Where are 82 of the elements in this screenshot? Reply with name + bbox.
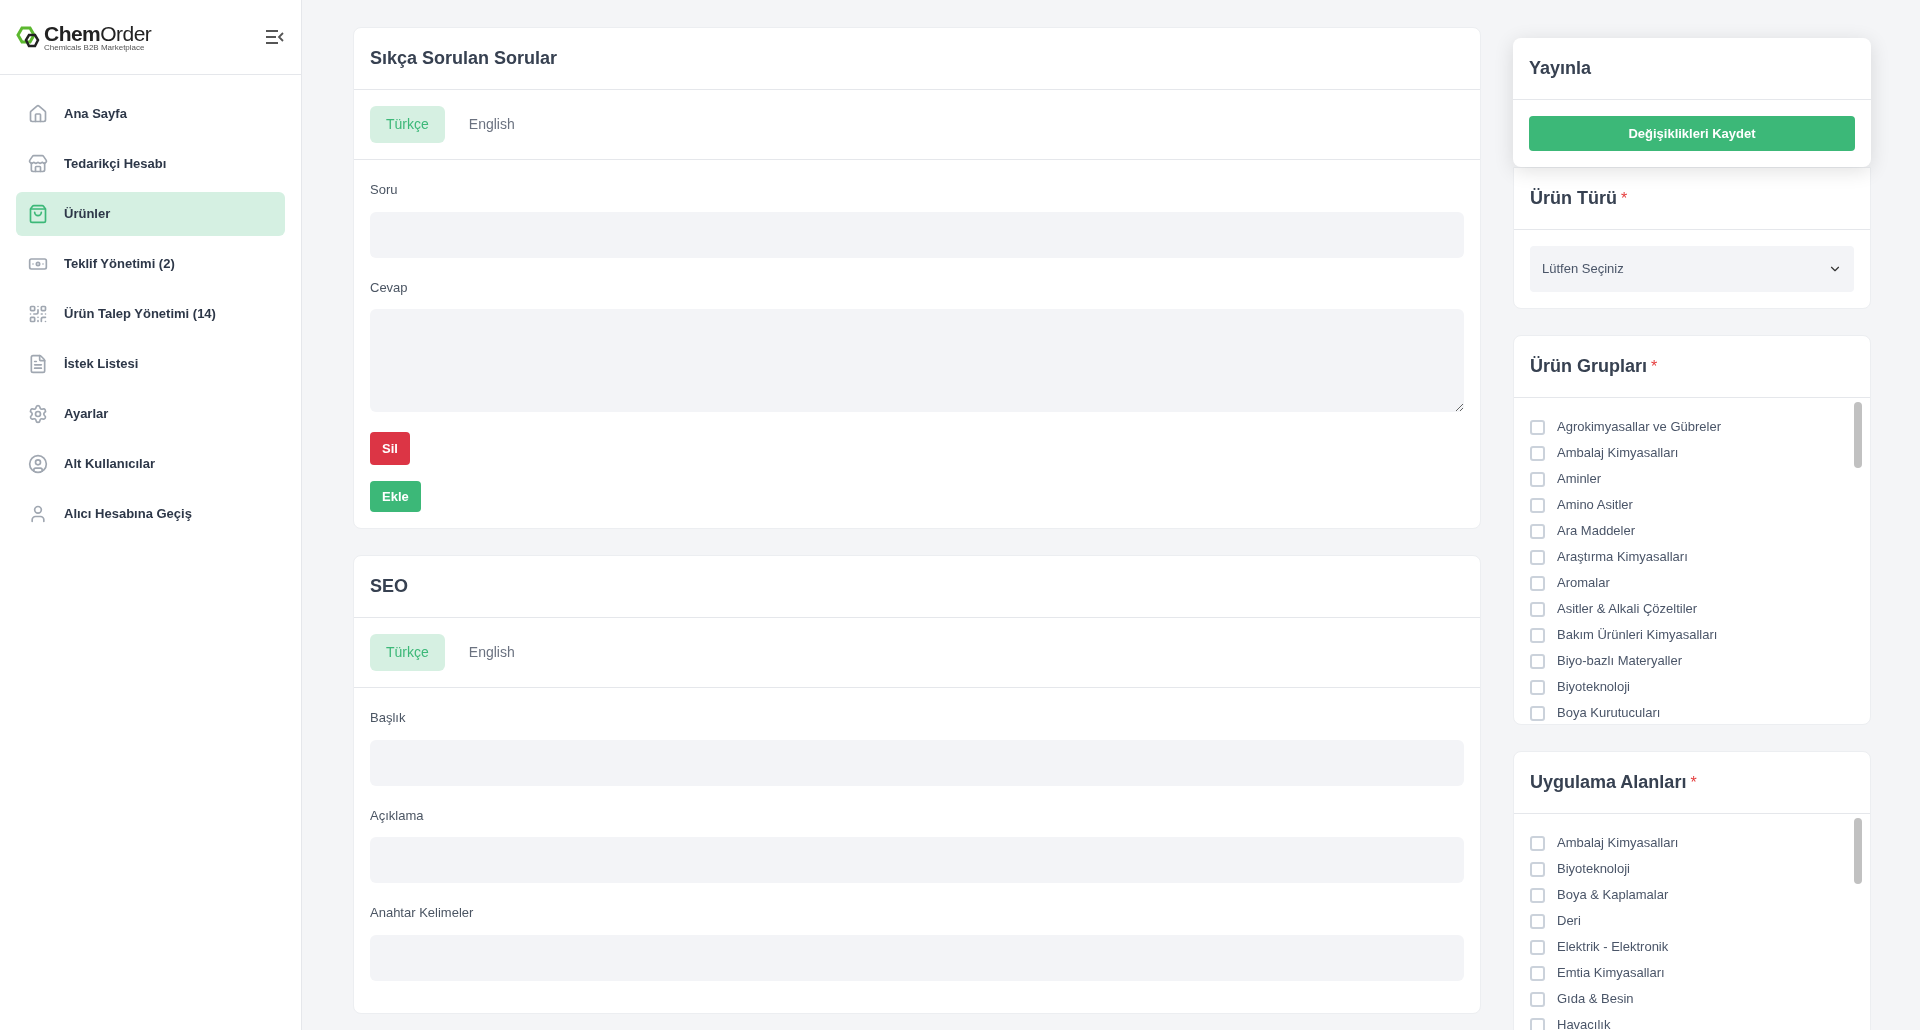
checkbox-label: Deri (1557, 912, 1581, 931)
checkbox[interactable] (1530, 679, 1545, 695)
checkbox[interactable] (1530, 575, 1545, 591)
sidebar-item[interactable]: Alt Kullanıcılar (16, 442, 285, 486)
card-title: Uygulama Alanları (1530, 771, 1687, 794)
field-label: Açıklama (370, 806, 425, 825)
card-title: SEO (370, 575, 408, 598)
field-label: Anahtar Kelimeler (370, 904, 475, 922)
checkbox-label: Bakım Ürünleri Kimyasalları (1557, 626, 1718, 645)
checkbox[interactable] (1530, 549, 1545, 565)
checkbox[interactable] (1530, 445, 1545, 461)
logo-icon (16, 26, 40, 48)
checkbox[interactable] (1530, 419, 1545, 435)
checkbox-label: Boya Kurutucuları (1557, 704, 1661, 723)
required-mark: * (1690, 772, 1697, 793)
checkbox[interactable] (1530, 653, 1545, 669)
delete-button[interactable]: Sil (370, 432, 410, 465)
checkbox[interactable] (1530, 471, 1545, 487)
checkbox-label: Biyoteknoloji (1557, 860, 1630, 879)
checkbox-label: Elektrik - Elektronik (1557, 938, 1669, 957)
checkbox[interactable] (1530, 1017, 1545, 1030)
checkbox[interactable] (1530, 601, 1545, 617)
sidebar-item[interactable]: Ayarlar (16, 392, 285, 436)
checkbox[interactable] (1530, 913, 1545, 929)
required-mark: * (1621, 188, 1628, 209)
checkbox-label: Ara Maddeler (1557, 522, 1636, 541)
logo-name: ChemOrder (44, 22, 152, 44)
card-title: Ürün Grupları (1530, 355, 1647, 378)
checkbox[interactable] (1530, 939, 1545, 955)
qr-code-icon (28, 304, 48, 324)
card-title: Ürün Türü (1530, 187, 1617, 210)
checkbox-label: Aminler (1557, 470, 1602, 489)
checkbox-label: Ambalaj Kimyasalları (1557, 834, 1679, 853)
checkbox[interactable] (1530, 861, 1545, 877)
required-mark: * (1651, 356, 1658, 377)
menu-collapse-icon[interactable] (265, 29, 285, 45)
checkbox[interactable] (1530, 705, 1545, 721)
card-title: Sıkça Sorulan Sorular (370, 47, 558, 70)
checkbox[interactable] (1530, 497, 1545, 513)
checkbox[interactable] (1530, 835, 1545, 851)
language-tab[interactable]: English (452, 106, 531, 143)
card-title: Yayınla (1529, 57, 1592, 80)
checkbox-label: Agrokimyasallar ve Gübreler (1557, 418, 1721, 437)
settings-icon (28, 404, 48, 424)
store-icon (28, 154, 48, 174)
scrollbar-thumb[interactable] (1854, 402, 1862, 468)
checkbox-label: Havacılık (1557, 1016, 1611, 1030)
checkbox[interactable] (1530, 523, 1545, 539)
sidebar-item[interactable]: Tedarikçi Hesabı (16, 142, 285, 186)
checkbox[interactable] (1530, 991, 1545, 1007)
answer-textarea[interactable] (370, 309, 1464, 412)
checkbox-label: Aromalar (1557, 574, 1610, 593)
checkbox-label: Emtia Kimyasalları (1557, 964, 1665, 983)
house-icon (28, 104, 48, 124)
user-circle-icon (28, 454, 48, 474)
field-label: Soru (370, 181, 399, 199)
checkbox-label: Biyo-bazlı Materyaller (1557, 652, 1682, 671)
field-label: Cevap (370, 278, 409, 297)
scrollbar-thumb[interactable] (1854, 818, 1862, 884)
checkbox-label: Araştırma Kimyasalları (1557, 548, 1688, 567)
sidebar-item[interactable]: Ürünler (16, 192, 285, 236)
sidebar-item[interactable]: Ana Sayfa (16, 92, 285, 136)
checkbox-label: Biyoteknoloji (1557, 678, 1630, 697)
checkbox-label: Amino Asitler (1557, 496, 1633, 515)
language-tab[interactable]: English (452, 634, 531, 671)
sidebar-item[interactable]: İstek Listesi (16, 342, 285, 386)
checkbox-label: Boya & Kaplamalar (1557, 886, 1669, 905)
sidebar-item[interactable]: Ürün Talep Yönetimi (14) (16, 292, 285, 336)
checkbox-label: Ambalaj Kimyasalları (1557, 444, 1679, 463)
checkbox[interactable] (1530, 627, 1545, 643)
field-label: Başlık (370, 709, 407, 727)
logo-tagline: Chemicals B2B Marketplace (44, 43, 146, 52)
user-icon (28, 504, 48, 524)
checkbox[interactable] (1530, 965, 1545, 981)
sidebar-item[interactable]: Teklif Yönetimi (2) (16, 242, 285, 286)
checkbox[interactable] (1530, 887, 1545, 903)
product-type-select[interactable]: Lütfen Seçiniz (1530, 246, 1854, 292)
shopping-bag-icon (28, 204, 48, 224)
checkbox-label: Asitler & Alkali Çözeltiler (1557, 600, 1698, 619)
checkbox-label: Gıda & Besin (1557, 990, 1634, 1009)
sidebar-item[interactable]: Alıcı Hesabına Geçiş (16, 492, 285, 536)
document-icon (28, 354, 48, 374)
